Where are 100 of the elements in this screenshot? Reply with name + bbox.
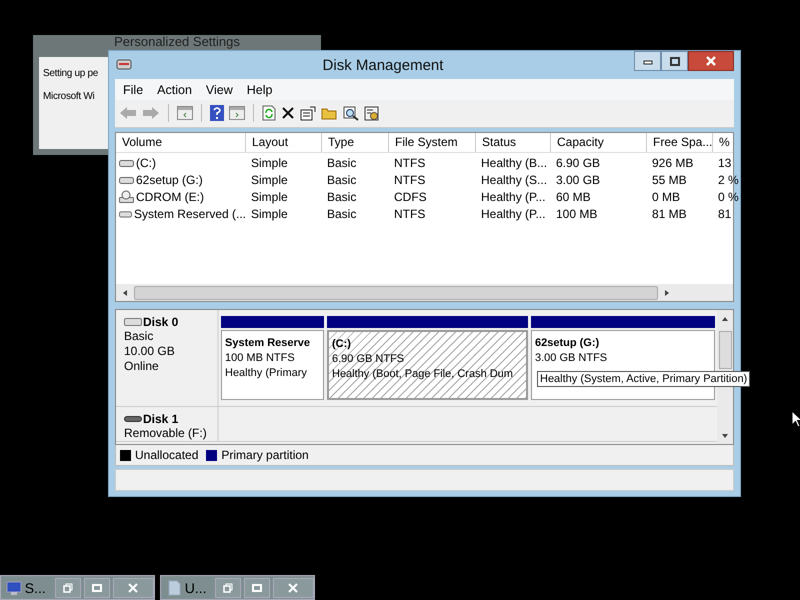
table-cell: Simple [251, 156, 288, 170]
partition-size: 100 MB NTFS [225, 351, 296, 366]
table-cell: (C:) [136, 156, 156, 170]
column-header[interactable]: % [713, 133, 733, 152]
table-cell: NTFS [394, 156, 426, 170]
column-header[interactable]: Type [322, 133, 389, 152]
disk-label-panel[interactable]: Disk 0 Basic 10.00 GB Online [116, 310, 219, 406]
table-cell: Healthy (P... [481, 206, 546, 220]
maximize-button[interactable] [661, 51, 688, 71]
table-cell: NTFS [394, 206, 426, 220]
table-cell: Healthy (B... [481, 156, 548, 170]
table-cell: 0 % [718, 190, 739, 204]
table-cell: Simple [251, 206, 288, 220]
disk-label-panel[interactable]: Disk 1 Removable (F:) [116, 407, 219, 441]
disk-name: Disk 0 [143, 315, 178, 329]
table-cell: 62setup (G:) [136, 172, 203, 186]
partition-name: System Reserve [225, 336, 312, 352]
minimize-button[interactable] [634, 51, 661, 71]
column-header[interactable]: Status [476, 133, 551, 152]
close-button[interactable] [688, 51, 734, 71]
table-cell: 0 MB [652, 190, 680, 204]
table-cell: NTFS [394, 172, 426, 186]
restore-button[interactable] [215, 578, 241, 598]
partition-block[interactable]: System Reserve 100 MB NTFS Healthy (Primary [221, 330, 324, 400]
column-header[interactable]: Capacity [551, 133, 647, 152]
disk-info: Removable (F:) [124, 426, 208, 441]
restore-button[interactable] [55, 578, 81, 598]
table-cell: Simple [251, 172, 288, 186]
close-icon [128, 582, 138, 592]
restore-icon [223, 582, 234, 592]
window-label: S... [24, 580, 47, 596]
table-cell: 926 MB [652, 156, 694, 170]
table-cell: Basic [327, 190, 356, 204]
restore-icon [63, 582, 74, 592]
partition-status: Healthy (Primary [225, 366, 308, 382]
drive-icon [119, 174, 134, 184]
table-cell: System Reserved (... [134, 206, 246, 220]
action-pane-icon[interactable] [229, 106, 245, 120]
column-header[interactable]: Free Spa... [647, 133, 713, 152]
table-cell: Basic [327, 206, 356, 220]
minimized-window[interactable]: U... [160, 575, 315, 600]
close-icon [288, 582, 298, 592]
table-cell: 60 MB [556, 190, 591, 204]
scrollbar-thumb[interactable] [134, 286, 658, 300]
cd-drive-icon [119, 190, 134, 204]
help-icon[interactable] [210, 105, 224, 121]
table-cell: 6.90 GB [556, 156, 600, 170]
tooltip: Healthy (System, Active, Primary Partition) [537, 371, 750, 387]
table-cell: Basic [327, 172, 356, 186]
table-cell: 81 [718, 206, 732, 220]
minimized-window[interactable]: S... [0, 575, 155, 600]
properties-icon[interactable] [300, 106, 316, 120]
table-cell: Healthy (S... [481, 172, 548, 186]
disk-name: Disk 1 [143, 412, 178, 426]
table-cell: 81 MB [652, 206, 687, 220]
window-title: Disk Management [322, 56, 444, 74]
horizontal-scrollbar[interactable] [116, 284, 733, 301]
table-cell: 100 MB [556, 206, 598, 220]
disk-info: Basic [124, 329, 154, 344]
partition-status: Healthy (Boot, Page File, Crash Dum [332, 367, 514, 382]
menu-item[interactable]: View [200, 82, 241, 98]
menu-item[interactable]: File [117, 82, 152, 98]
disk-info: 10.00 GB [124, 344, 176, 359]
legend-label: Unallocated [135, 448, 198, 462]
close-icon [705, 56, 717, 66]
scroll-down-icon[interactable] [720, 432, 730, 440]
drive-icon [119, 208, 132, 218]
column-header[interactable]: Volume [116, 133, 246, 152]
settings-icon[interactable] [364, 106, 380, 120]
column-header[interactable]: File System [389, 133, 476, 152]
monitor-icon [6, 580, 22, 596]
table-cell: 13 [718, 156, 732, 170]
scroll-up-icon[interactable] [720, 315, 730, 323]
column-header[interactable]: Layout [246, 133, 322, 152]
delete-icon[interactable] [281, 106, 295, 120]
folder-icon[interactable] [321, 106, 338, 120]
scrollbar-thumb[interactable] [718, 331, 732, 369]
maximize-icon [670, 56, 680, 66]
table-cell: 55 MB [652, 172, 687, 186]
partition-name: 62setup (G:) [535, 336, 600, 352]
magnifier-icon[interactable] [343, 106, 359, 120]
partition-size: 6.90 GB NTFS [332, 352, 406, 368]
window-title: Personalized Settings [113, 35, 241, 51]
refresh-icon[interactable] [262, 105, 276, 121]
dialog-text: Setting up pe [43, 68, 100, 79]
maximize-icon [252, 584, 262, 592]
legend-label: Primary partition [221, 448, 309, 462]
console-tree-icon[interactable] [177, 106, 193, 120]
menu-item[interactable]: Help [240, 82, 280, 98]
table-cell: Basic [327, 156, 356, 170]
menu-item[interactable]: Action [151, 82, 200, 98]
table-cell: 2 % [718, 172, 739, 186]
document-icon [166, 580, 182, 596]
disk-info: Online [124, 359, 160, 374]
table-cell: CDROM (E:) [136, 190, 204, 204]
partition-name: (C:) [332, 337, 352, 352]
maximize-icon [92, 584, 102, 592]
table-cell: 3.00 GB [556, 172, 600, 186]
partition-block[interactable]: (C:) 6.90 GB NTFS Healthy (Boot, Page File, Crash Dum [327, 330, 528, 400]
table-cell: CDFS [394, 190, 427, 204]
